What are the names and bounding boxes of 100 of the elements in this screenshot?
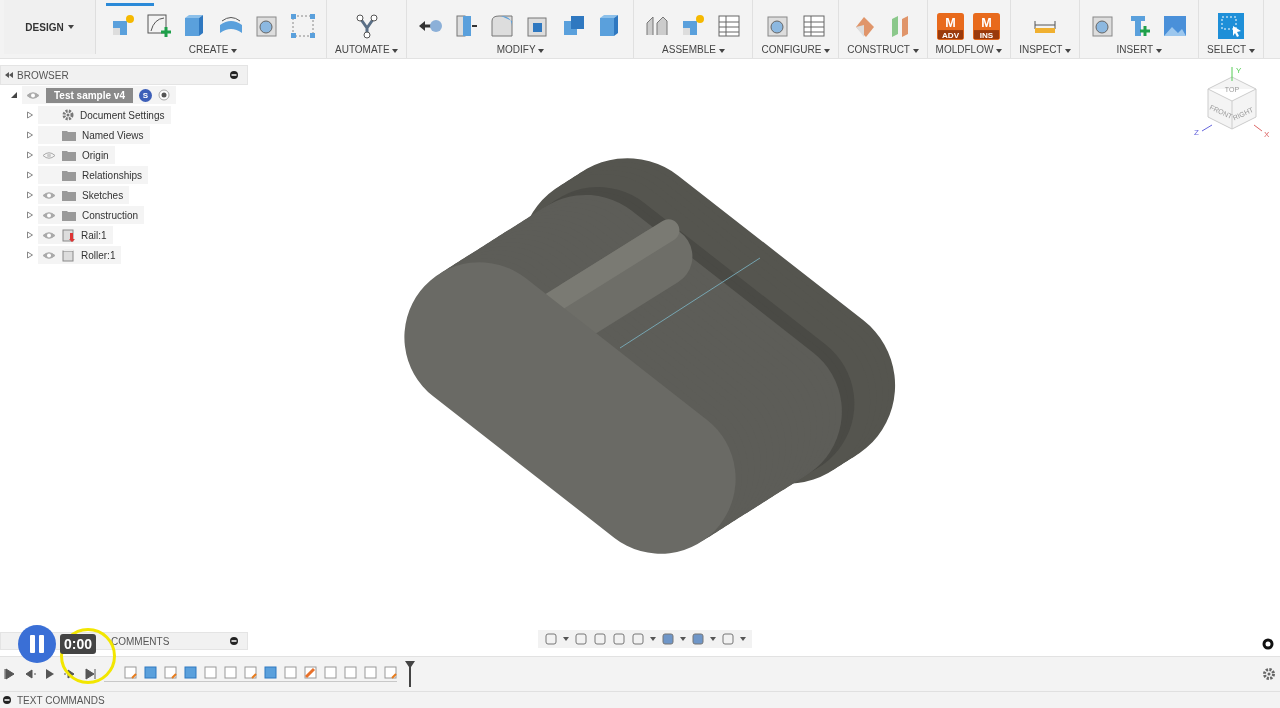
tree-item[interactable]: Construction	[38, 206, 145, 224]
timeline-feature-icon[interactable]	[364, 666, 377, 679]
toolbar-group-menu[interactable]: AUTOMATE	[335, 42, 399, 55]
timeline-feature-icon[interactable]	[124, 666, 137, 679]
look-at-icon[interactable]	[574, 632, 588, 646]
toolbar-group-menu[interactable]: CREATE	[188, 42, 238, 55]
caret-icon[interactable]	[1065, 49, 1072, 53]
tree-item[interactable]: Relationships	[38, 166, 149, 184]
collapse-icon[interactable]	[5, 72, 13, 78]
fillet-icon	[489, 13, 516, 39]
toolbar-group-menu[interactable]: INSERT	[1116, 42, 1162, 55]
timeline-feature-icon[interactable]	[324, 666, 337, 679]
tree-item[interactable]: Origin	[38, 146, 115, 164]
tree-item[interactable]: Named Views	[38, 126, 150, 144]
caret-icon[interactable]	[67, 25, 74, 29]
expand-icon[interactable]	[2, 695, 12, 705]
hole-icon	[254, 13, 280, 39]
pin-icon[interactable]	[229, 70, 239, 80]
timeline-feature-icon[interactable]	[204, 666, 217, 679]
caret-icon[interactable]	[231, 49, 238, 53]
eye-icon[interactable]	[42, 230, 56, 240]
toolbar-group-menu[interactable]: CONFIGURE	[761, 42, 831, 55]
image-icon	[1162, 13, 1189, 39]
caret-icon[interactable]	[912, 49, 919, 53]
caret-icon[interactable]	[710, 636, 716, 642]
add-icon[interactable]	[229, 636, 239, 646]
tree-item[interactable]: Rail:1	[38, 226, 113, 244]
feedback-icon[interactable]	[1262, 638, 1274, 650]
caret-icon[interactable]	[824, 49, 831, 53]
display-icon[interactable]	[661, 632, 675, 646]
table-icon	[716, 13, 743, 39]
toolbar-group-menu[interactable]: INSPECT	[1019, 42, 1072, 55]
timeline-feature-icon[interactable]	[224, 666, 237, 679]
toolbar-group-menu[interactable]: SELECT	[1207, 42, 1255, 55]
table-icon	[800, 13, 827, 39]
select-icon	[1217, 13, 1244, 39]
toolbar-group-menu[interactable]: MOLDFLOW	[935, 42, 1003, 55]
timeline-feature-icon[interactable]	[304, 666, 317, 679]
caret-icon[interactable]	[1248, 49, 1255, 53]
eye-icon[interactable]	[26, 90, 40, 100]
settings-icon[interactable]	[1262, 667, 1276, 681]
folder-icon	[62, 169, 76, 181]
zoom-icon[interactable]	[612, 632, 626, 646]
orbit-icon[interactable]	[544, 632, 558, 646]
caret-icon[interactable]	[392, 49, 399, 53]
axis-label: Y	[1236, 66, 1242, 75]
pause-icon	[30, 635, 44, 653]
caret-icon[interactable]	[680, 636, 686, 642]
eye-icon[interactable]	[42, 210, 56, 220]
axis-label: Z	[1194, 128, 1199, 137]
timeline-feature-icon[interactable]	[244, 666, 257, 679]
user-badge: S	[138, 88, 152, 102]
caret-icon[interactable]	[10, 91, 18, 99]
folder-icon	[62, 209, 76, 221]
axis-line	[1231, 66, 1233, 82]
tree-item[interactable]: Test sample v4 S	[22, 86, 176, 104]
timeline-feature-icon[interactable]	[344, 666, 357, 679]
caret-icon[interactable]	[563, 636, 569, 642]
caret-icon[interactable]	[650, 636, 656, 642]
toolbar-group-menu[interactable]: ASSEMBLE	[662, 42, 725, 55]
radio-icon[interactable]	[157, 89, 170, 101]
grid-icon[interactable]	[691, 632, 705, 646]
caret-icon[interactable]	[996, 49, 1003, 53]
caret-icon[interactable]	[718, 49, 725, 53]
component-icon	[62, 228, 75, 242]
tree-item[interactable]: Roller:1	[38, 246, 122, 264]
folder-icon	[62, 129, 76, 141]
timeline-feature-icon[interactable]	[144, 666, 157, 679]
eye-icon[interactable]	[42, 250, 56, 260]
viewport-icon[interactable]	[721, 632, 735, 646]
timeline-feature-icon[interactable]	[284, 666, 297, 679]
folder-icon	[62, 149, 76, 161]
timeline-feature-icon[interactable]	[384, 666, 397, 679]
tree-item[interactable]: Sketches	[38, 186, 130, 204]
toolbar-group-menu[interactable]: MODIFY	[496, 42, 545, 55]
component-icon	[62, 248, 75, 262]
tool-button[interactable]: M INS	[971, 11, 1002, 41]
active-tab-indicator	[106, 3, 154, 6]
caret-icon[interactable]	[538, 49, 545, 53]
tool-button[interactable]: M ADV	[935, 11, 966, 41]
sketch-plus-icon	[146, 13, 172, 39]
pan-icon[interactable]	[593, 632, 607, 646]
timeline-feature-icon[interactable]	[184, 666, 197, 679]
fit-icon[interactable]	[631, 632, 645, 646]
toolbar-group-menu[interactable]: CONSTRUCT	[847, 42, 919, 55]
hole-icon	[764, 13, 791, 39]
folder-icon	[62, 189, 76, 201]
tree-item[interactable]: Document Settings	[38, 106, 171, 124]
gear-icon	[62, 109, 74, 121]
timeline-feature-icon[interactable]	[264, 666, 277, 679]
caret-icon[interactable]	[1155, 49, 1162, 53]
timeline-feature-icon[interactable]	[164, 666, 177, 679]
pattern-icon	[290, 13, 316, 39]
eye-icon[interactable]	[42, 190, 56, 200]
axis-line	[1201, 124, 1213, 132]
caret-icon[interactable]	[740, 636, 746, 642]
panel-title: COMMENTS	[111, 635, 171, 647]
playback-controls-drawing[interactable]	[4, 668, 96, 680]
eye-hidden-icon[interactable]	[42, 150, 56, 160]
timeline-marker-icon[interactable]	[405, 661, 415, 687]
